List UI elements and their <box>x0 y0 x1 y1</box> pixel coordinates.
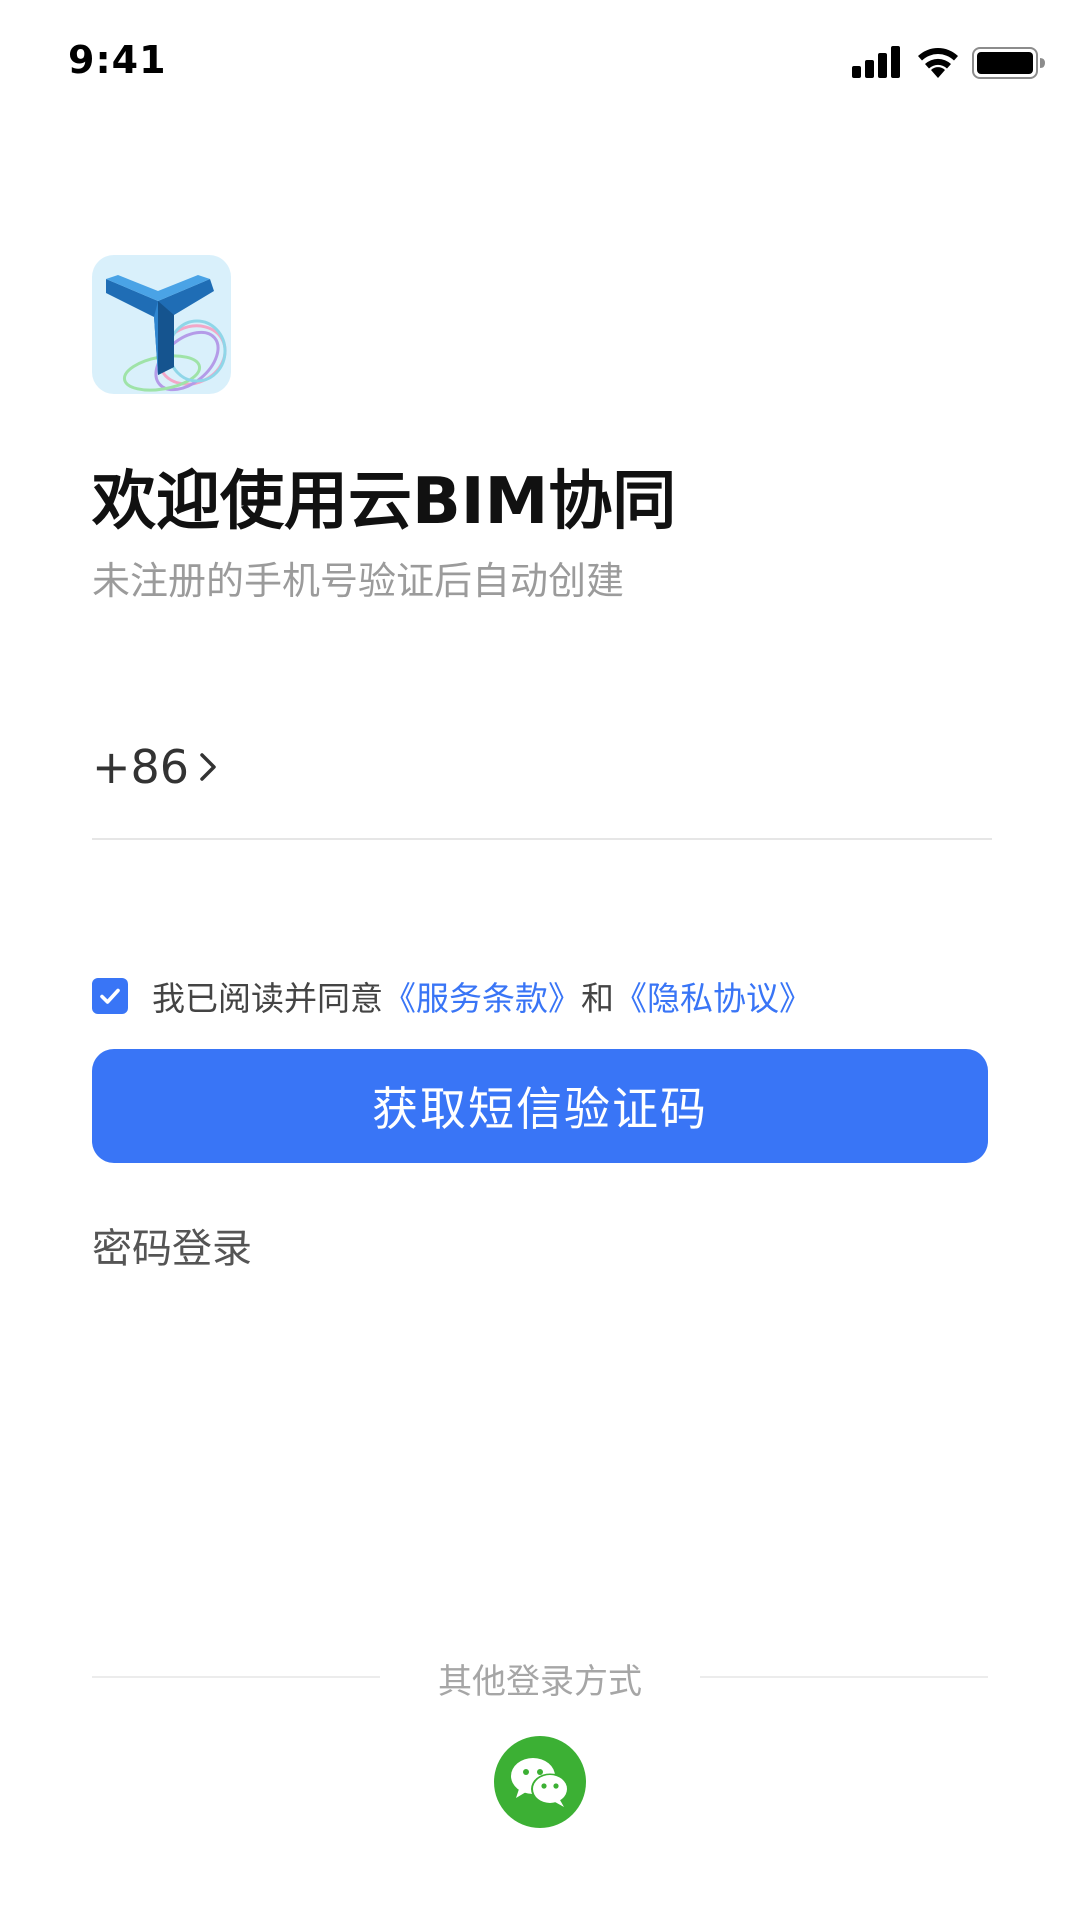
country-code-selector[interactable]: +86 <box>92 740 221 794</box>
divider-left <box>92 1676 380 1678</box>
wifi-icon <box>918 48 958 78</box>
agreement-prefix: 我已阅读并同意 <box>152 979 383 1018</box>
page-subtitle: 未注册的手机号验证后自动创建 <box>92 559 625 603</box>
wechat-login-button[interactable] <box>494 1736 586 1828</box>
status-bar: 9:41 <box>0 0 1080 130</box>
chevron-right-icon <box>200 753 216 781</box>
battery-icon <box>972 47 1045 79</box>
terms-of-service-link[interactable]: 《服务条款》 <box>383 972 581 1020</box>
cellular-signal-icon <box>852 46 900 78</box>
other-login-label: 其他登录方式 <box>438 1662 642 1702</box>
agreement-conjunction: 和 <box>581 979 614 1018</box>
page-title: 欢迎使用云BIM协同 <box>92 465 677 539</box>
app-logo <box>92 255 231 394</box>
divider-right <box>700 1676 988 1678</box>
agreement-row: 我已阅读并同意 《服务条款》 和 《隐私协议》 <box>92 972 812 1020</box>
get-sms-code-button[interactable]: 获取短信验证码 <box>92 1049 988 1163</box>
password-login-link[interactable]: 密码登录 <box>92 1216 252 1274</box>
wechat-icon <box>511 1758 569 1807</box>
agreement-checkbox[interactable] <box>92 978 128 1014</box>
status-time: 9:41 <box>68 38 167 82</box>
checkmark-icon <box>100 988 120 1004</box>
phone-input[interactable] <box>232 734 976 806</box>
privacy-policy-link[interactable]: 《隐私协议》 <box>614 972 812 1020</box>
country-code-label: +86 <box>92 740 190 794</box>
phone-field: +86 <box>92 720 992 840</box>
